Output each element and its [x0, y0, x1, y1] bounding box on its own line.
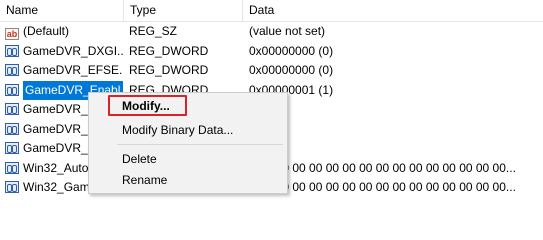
- string-value-icon: ab: [5, 28, 19, 40]
- context-menu: Modify... Modify Binary Data... Delete R…: [88, 92, 288, 194]
- value-name: Win32_Auto: [23, 160, 89, 175]
- value-data: 0x00000000 (0): [249, 43, 334, 58]
- value-type: REG_SZ: [129, 24, 178, 38]
- column-header-type[interactable]: Type: [124, 0, 243, 21]
- column-header-name[interactable]: Name: [0, 0, 124, 21]
- binary-value-icon: [5, 161, 19, 174]
- binary-value-icon: [5, 142, 19, 154]
- binary-value-icon: [5, 64, 19, 76]
- menu-item-modify-binary-data[interactable]: Modify Binary Data...: [89, 119, 287, 141]
- column-header-data[interactable]: Data: [243, 0, 543, 21]
- menu-item-delete[interactable]: Delete: [89, 148, 287, 170]
- value-type: REG_DWORD: [129, 43, 209, 58]
- column-header: Name Type Data: [0, 0, 543, 22]
- binary-value-icon: [5, 83, 19, 96]
- value-name: Win32_Gam: [23, 180, 90, 194]
- value-name: (Default): [23, 24, 70, 38]
- value-name: GameDVR_H: [23, 141, 97, 155]
- registry-value-row[interactable]: GameDVR_EFSE... REG_DWORD 0x00000000 (0): [0, 61, 543, 81]
- value-type: REG_DWORD: [129, 63, 209, 77]
- menu-item-modify[interactable]: Modify...: [89, 95, 287, 117]
- menu-item-rename[interactable]: Rename: [89, 169, 287, 191]
- binary-value-icon: [5, 103, 19, 115]
- registry-value-row[interactable]: GameDVR_DXGI... REG_DWORD 0x00000000 (0): [0, 42, 543, 62]
- value-data: (value not set): [249, 24, 326, 38]
- value-name: GameDVR_DXGI...: [23, 43, 123, 58]
- value-data: 0x00000000 (0): [249, 63, 334, 77]
- registry-value-row[interactable]: ab (Default) REG_SZ (value not set): [0, 22, 543, 42]
- value-name: GameDVR_F: [23, 121, 96, 136]
- value-name: GameDVR_EFSE...: [23, 63, 123, 77]
- binary-value-icon: [5, 122, 19, 135]
- value-data: 1 00 00 00 00 00 00 00 00 00 00 00 00 00…: [249, 160, 516, 175]
- value-name: GameDVR_F: [23, 102, 96, 116]
- value-data: 0x00000001 (1): [249, 82, 334, 97]
- binary-value-icon: [5, 181, 19, 193]
- binary-value-icon: [5, 44, 19, 57]
- menu-separator: [117, 144, 283, 145]
- value-data: 0 00 00 00 00 00 00 00 00 00 00 00 00 00…: [249, 180, 516, 194]
